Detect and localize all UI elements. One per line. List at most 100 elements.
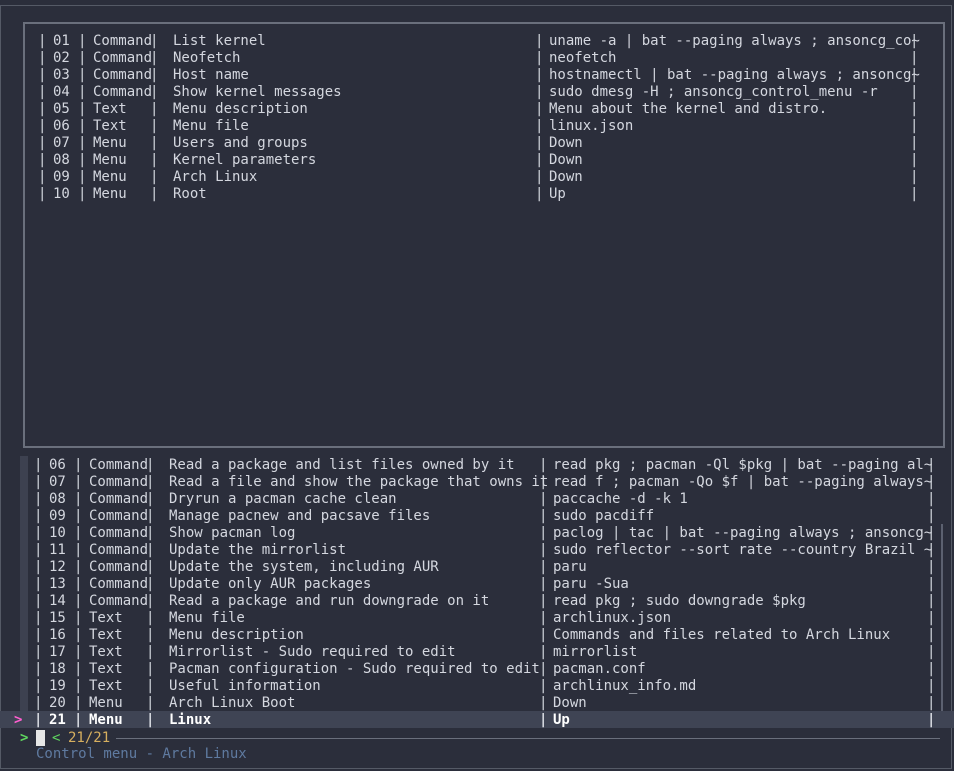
list-gutter: [20, 456, 28, 728]
cell-separator: |: [539, 695, 548, 711]
cell-separator: |: [38, 67, 47, 83]
cell-separator: |: [38, 50, 47, 66]
cell-separator: |: [74, 712, 83, 728]
cell-separator: |: [74, 508, 83, 524]
cell-separator: |: [34, 508, 43, 524]
row-type: Command: [89, 508, 149, 524]
cell-separator: |: [34, 610, 43, 626]
row-description: Users and groups: [173, 135, 308, 151]
row-command: linux.json: [549, 118, 634, 134]
menu-list[interactable]: | 06 | Command | Read a package and list file…: [0, 456, 954, 728]
cell-separator: |: [539, 457, 548, 473]
row-description: Read a package and list files owned by i…: [169, 457, 515, 473]
row-number: 09: [53, 169, 70, 185]
row-number: 16: [49, 627, 66, 643]
row-command: archlinux_info.md: [553, 678, 697, 694]
row-command: read pkg ; sudo downgrade $pkg: [553, 593, 806, 609]
row-number: 13: [49, 576, 66, 592]
cell-separator: |: [78, 186, 87, 202]
cell-separator: |: [535, 67, 544, 83]
row-command: sudo reflector --sort rate --country Bra…: [553, 542, 933, 558]
row-number: 15: [49, 610, 66, 626]
row-command: Down: [549, 169, 583, 185]
row-description: Root: [173, 186, 207, 202]
row-number: 02: [53, 50, 70, 66]
row-description: Read a file and show the package that ow…: [169, 474, 549, 490]
cell-separator: |: [34, 576, 43, 592]
cell-separator: |: [150, 50, 159, 66]
row-type: Menu: [93, 169, 127, 185]
cell-separator: |: [74, 576, 83, 592]
row-command: hostnamectl | bat --paging always ; anso…: [549, 67, 920, 83]
cell-separator: |: [146, 627, 155, 643]
row-description: Manage pacnew and pacsave files: [169, 508, 431, 524]
cell-separator: |: [146, 661, 155, 677]
row-description: Kernel parameters: [173, 152, 317, 168]
cell-separator: |: [910, 186, 919, 202]
cell-separator: |: [146, 678, 155, 694]
row-type: Command: [93, 67, 153, 83]
cell-separator: |: [34, 559, 43, 575]
row-type: Command: [89, 457, 149, 473]
cell-separator: |: [74, 644, 83, 660]
cell-separator: |: [910, 135, 919, 151]
cell-separator: |: [927, 627, 936, 643]
row-type: Command: [89, 542, 149, 558]
cell-separator: |: [74, 593, 83, 609]
scrollbar[interactable]: [941, 524, 943, 714]
cell-separator: |: [74, 678, 83, 694]
cell-separator: |: [146, 559, 155, 575]
cell-separator: |: [34, 474, 43, 490]
row-number: 07: [49, 474, 66, 490]
row-command: Menu about the kernel and distro.: [549, 101, 828, 117]
cell-separator: |: [539, 508, 548, 524]
row-description: Show kernel messages: [173, 84, 342, 100]
row-number: 11: [49, 542, 66, 558]
row-number: 18: [49, 661, 66, 677]
row-number: 08: [49, 491, 66, 507]
row-number: 06: [49, 457, 66, 473]
row-command: Commands and files related to Arch Linux: [553, 627, 891, 643]
row-type: Text: [93, 101, 127, 117]
cell-separator: |: [150, 67, 159, 83]
cell-separator: |: [150, 186, 159, 202]
row-command: paccache -d -k 1: [553, 491, 688, 507]
row-description: Linux: [169, 712, 212, 728]
row-command: Down: [549, 135, 583, 151]
cell-separator: |: [74, 610, 83, 626]
cell-separator: |: [34, 644, 43, 660]
row-type: Command: [93, 50, 153, 66]
row-number: 10: [53, 186, 70, 202]
row-command: sudo pacdiff: [553, 508, 655, 524]
row-command: neofetch: [549, 50, 617, 66]
row-command: paru -Sua: [553, 576, 629, 592]
cell-separator: |: [910, 67, 919, 83]
row-type: Text: [89, 661, 123, 677]
cell-separator: |: [74, 627, 83, 643]
selected-row-highlight: [0, 711, 954, 728]
cell-separator: |: [539, 644, 548, 660]
row-number: 12: [49, 559, 66, 575]
cell-separator: |: [927, 525, 936, 541]
cell-separator: |: [150, 118, 159, 134]
row-command: Up: [549, 186, 566, 202]
row-number: 14: [49, 593, 66, 609]
cell-separator: |: [146, 576, 155, 592]
row-number: 20: [49, 695, 66, 711]
cell-separator: |: [927, 491, 936, 507]
cell-separator: |: [150, 135, 159, 151]
cell-separator: |: [150, 152, 159, 168]
row-type: Command: [89, 559, 149, 575]
row-number: 03: [53, 67, 70, 83]
row-description: Neofetch: [173, 50, 241, 66]
cell-separator: |: [74, 542, 83, 558]
cell-separator: |: [74, 457, 83, 473]
cell-separator: |: [910, 169, 919, 185]
menu-header: Control menu - Arch Linux: [36, 746, 247, 762]
cell-separator: |: [78, 50, 87, 66]
cell-separator: |: [146, 474, 155, 490]
cell-separator: |: [539, 559, 548, 575]
cell-separator: |: [38, 152, 47, 168]
row-number: 07: [53, 135, 70, 151]
cell-separator: |: [34, 712, 43, 728]
